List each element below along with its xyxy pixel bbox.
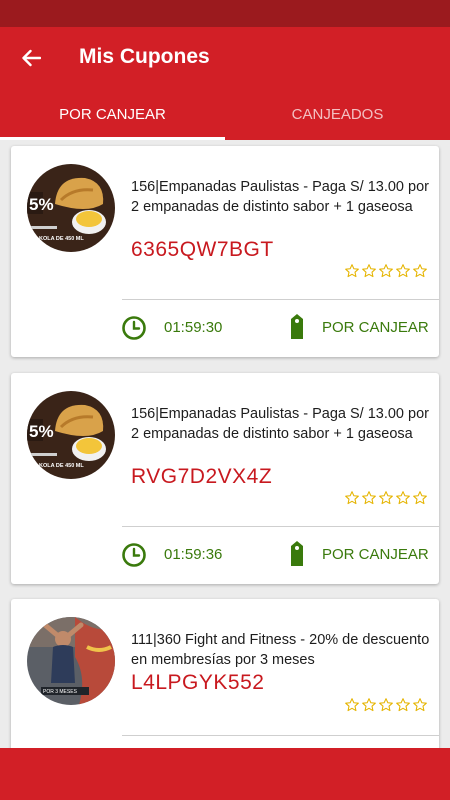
star-icon[interactable] xyxy=(395,490,411,506)
coupon-timer: 01:59:36 xyxy=(164,546,223,563)
status-bar xyxy=(0,0,450,27)
clock-icon xyxy=(122,316,146,340)
ticket-tag-icon xyxy=(291,541,303,566)
divider xyxy=(122,526,439,527)
coupon-footer: 01:59:30 POR CANJEAR xyxy=(11,301,439,357)
star-icon[interactable] xyxy=(344,490,360,506)
divider xyxy=(122,299,439,300)
tab-bar: POR CANJEAR CANJEADOS xyxy=(0,89,450,140)
coupon-footer: 01:59:36 POR CANJEAR xyxy=(11,528,439,584)
star-icon[interactable] xyxy=(395,697,411,713)
star-icon[interactable] xyxy=(378,490,394,506)
coupon-code: 6365QW7BGT xyxy=(131,238,274,261)
star-icon[interactable] xyxy=(344,263,360,279)
star-icon[interactable] xyxy=(412,490,428,506)
bottom-bar xyxy=(0,748,450,800)
svg-text:KOLA DE 450 ML: KOLA DE 450 ML xyxy=(39,463,84,469)
star-icon[interactable] xyxy=(378,697,394,713)
star-icon[interactable] xyxy=(344,697,360,713)
coupon-code: L4LPGYK552 xyxy=(131,671,265,694)
coupon-card[interactable]: POR 3 MESES 111|360 Fight and Fitness - … xyxy=(11,599,439,748)
coupon-description: 111|360 Fight and Fitness - 20% de descu… xyxy=(131,632,430,668)
back-button[interactable] xyxy=(12,39,50,77)
rating-stars[interactable] xyxy=(344,490,428,506)
coupon-code: RVG7D2VX4Z xyxy=(131,465,273,488)
coupon-status: POR CANJEAR xyxy=(322,546,429,563)
divider xyxy=(122,735,439,736)
page-title: Mis Cupones xyxy=(79,45,210,68)
coupon-card[interactable]: 5% KOLA DE 450 ML 156|Empanadas Paulista… xyxy=(11,373,439,584)
clock-icon xyxy=(122,543,146,567)
svg-text:5%: 5% xyxy=(29,195,54,214)
coupon-status: POR CANJEAR xyxy=(322,319,429,336)
star-icon[interactable] xyxy=(378,263,394,279)
coupon-image-fitness: POR 3 MESES xyxy=(27,617,115,705)
coupon-description: 156|Empanadas Paulistas - Paga S/ 13.00 … xyxy=(131,406,429,442)
svg-text:5%: 5% xyxy=(29,422,54,441)
rating-stars[interactable] xyxy=(344,263,428,279)
star-icon[interactable] xyxy=(412,263,428,279)
svg-text:POR 3 MESES: POR 3 MESES xyxy=(43,689,78,695)
coupon-description: 156|Empanadas Paulistas - Paga S/ 13.00 … xyxy=(131,179,429,215)
tab-por-canjear[interactable]: POR CANJEAR xyxy=(0,89,225,140)
star-icon[interactable] xyxy=(412,697,428,713)
star-icon[interactable] xyxy=(361,490,377,506)
app-bar: Mis Cupones xyxy=(0,27,450,89)
coupon-image-empanadas: 5% KOLA DE 450 ML xyxy=(27,391,115,479)
coupon-list[interactable]: 5% KOLA DE 450 ML 156|Empanadas Paulista… xyxy=(0,140,450,748)
coupon-timer: 01:59:30 xyxy=(164,319,223,336)
ticket-tag-icon xyxy=(291,314,303,339)
coupon-image-empanadas: 5% KOLA DE 450 ML xyxy=(27,164,115,252)
star-icon[interactable] xyxy=(361,697,377,713)
coupon-card[interactable]: 5% KOLA DE 450 ML 156|Empanadas Paulista… xyxy=(11,146,439,357)
tab-canjeados[interactable]: CANJEADOS xyxy=(225,89,450,140)
rating-stars[interactable] xyxy=(344,697,428,713)
star-icon[interactable] xyxy=(361,263,377,279)
arrow-back-icon xyxy=(22,49,41,67)
star-icon[interactable] xyxy=(395,263,411,279)
svg-text:KOLA DE 450 ML: KOLA DE 450 ML xyxy=(39,236,84,242)
